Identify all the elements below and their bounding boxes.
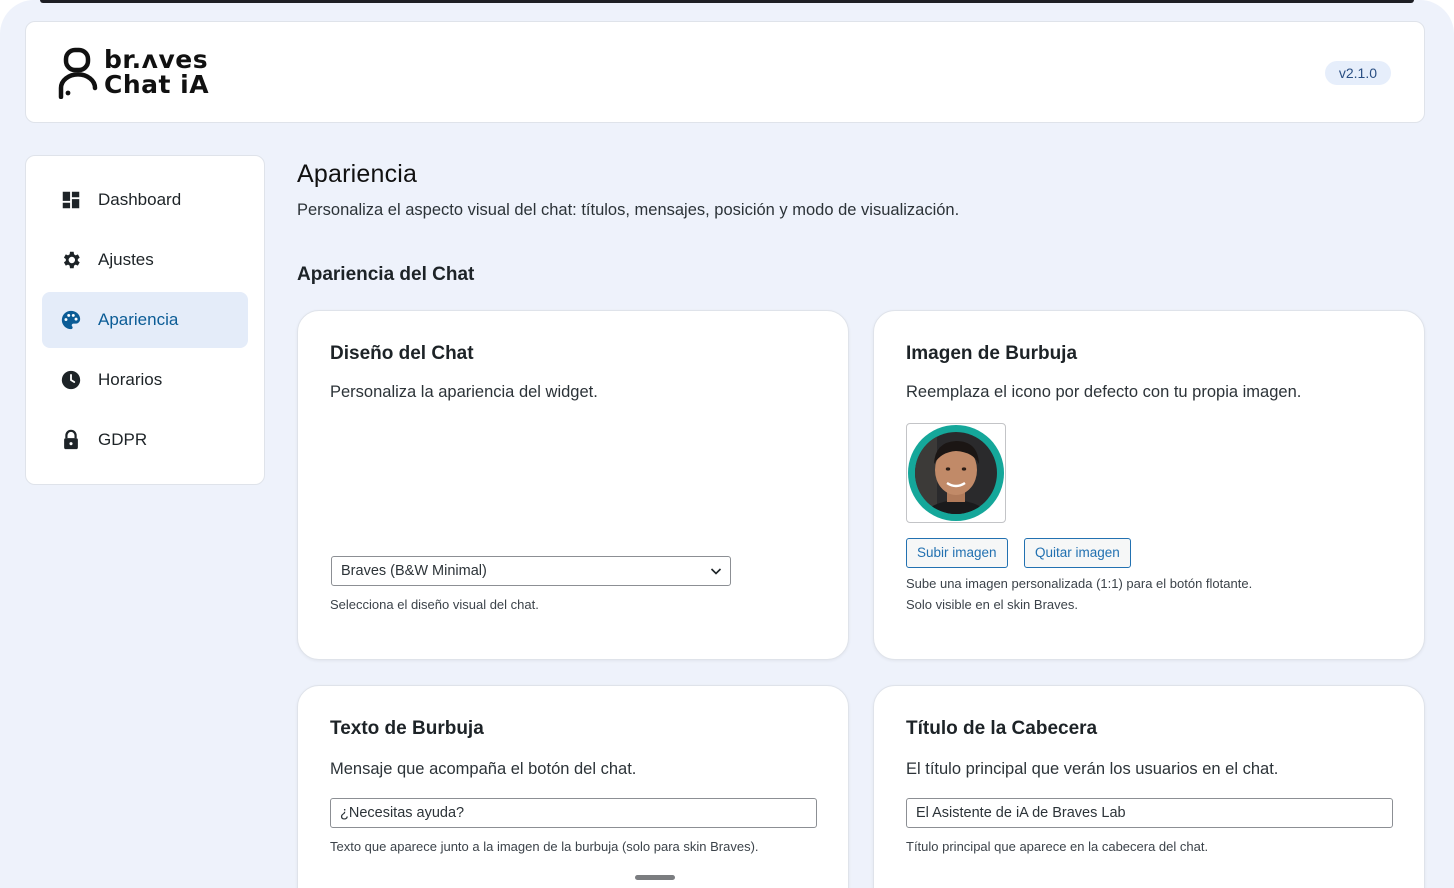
chat-design-select[interactable]: Braves (B&W Minimal) — [331, 556, 731, 586]
scroll-handle[interactable] — [635, 875, 675, 880]
logo-line-2: Chat iA — [104, 70, 210, 99]
card-hint: Título principal que aparece en la cabec… — [906, 839, 1209, 854]
card-description: Mensaje que acompaña el botón del chat. — [330, 760, 637, 778]
select-value: Braves (B&W Minimal) — [341, 563, 487, 579]
sidebar-item-label: GDPR — [98, 430, 148, 449]
page-description: Personaliza el aspecto visual del chat: … — [297, 201, 960, 219]
lock-icon — [64, 429, 78, 450]
palette-icon — [61, 310, 81, 330]
card-hint: Solo visible en el skin Braves. — [906, 597, 1078, 612]
dashboard-icon — [62, 191, 80, 209]
card-title: Imagen de Burbuja — [906, 343, 1078, 364]
app-window: br.ʌves Chat iA v2.1.0 Dashboard Ajustes… — [0, 0, 1454, 888]
sidebar-item-dashboard[interactable]: Dashboard — [42, 172, 248, 228]
card-bubble-image: Imagen de Burbuja Reemplaza el icono por… — [873, 310, 1425, 660]
bubble-image-preview — [906, 423, 1006, 523]
upload-image-button[interactable]: Subir imagen — [906, 538, 1008, 568]
sidebar-item-label: Ajustes — [98, 250, 154, 269]
section-title: Apariencia del Chat — [297, 264, 475, 285]
page-title: Apariencia — [297, 160, 418, 188]
card-title: Título de la Cabecera — [906, 718, 1098, 739]
sidebar-item-horarios[interactable]: Horarios — [42, 352, 248, 408]
gear-icon — [63, 251, 80, 269]
clock-icon — [61, 370, 81, 390]
remove-image-button[interactable]: Quitar imagen — [1024, 538, 1131, 568]
card-description: Reemplaza el icono por defecto con tu pr… — [906, 383, 1302, 401]
top-border — [40, 0, 1414, 3]
card-chat-design: Diseño del Chat Personaliza la aparienci… — [297, 310, 849, 660]
card-description: El título principal que verán los usuari… — [906, 760, 1279, 778]
card-description: Personaliza la apariencia del widget. — [330, 383, 598, 401]
sidebar-item-ajustes[interactable]: Ajustes — [42, 232, 248, 288]
sidebar-nav: Dashboard Ajustes Apariencia Horarios GD… — [25, 155, 265, 485]
sidebar-item-gdpr[interactable]: GDPR — [42, 412, 248, 468]
header-bar: br.ʌves Chat iA v2.1.0 — [25, 21, 1425, 123]
avatar — [908, 425, 1004, 521]
card-hint: Selecciona el diseño visual del chat. — [330, 597, 539, 612]
main-content: Apariencia Personaliza el aspecto visual… — [297, 160, 1425, 286]
card-header-title: Título de la Cabecera El título principa… — [873, 685, 1425, 888]
sidebar-item-apariencia[interactable]: Apariencia — [42, 292, 248, 348]
brand-logo: br.ʌves Chat iA — [58, 46, 209, 100]
card-bubble-text: Texto de Burbuja Mensaje que acompaña el… — [297, 685, 849, 888]
logo-person-icon — [58, 47, 98, 99]
card-hint: Texto que aparece junto a la imagen de l… — [330, 839, 759, 854]
card-hint: Sube una imagen personalizada (1:1) para… — [906, 576, 1253, 591]
chevron-down-icon — [710, 568, 722, 575]
sidebar-item-label: Apariencia — [98, 310, 179, 329]
version-badge: v2.1.0 — [1324, 61, 1391, 85]
bubble-text-input[interactable]: ¿Necesitas ayuda? — [330, 798, 817, 828]
sidebar-item-label: Horarios — [98, 370, 163, 389]
header-title-input[interactable]: El Asistente de iA de Braves Lab — [906, 798, 1393, 828]
card-title: Texto de Burbuja — [330, 718, 484, 739]
card-title: Diseño del Chat — [330, 343, 474, 364]
sidebar-item-label: Dashboard — [98, 190, 182, 209]
